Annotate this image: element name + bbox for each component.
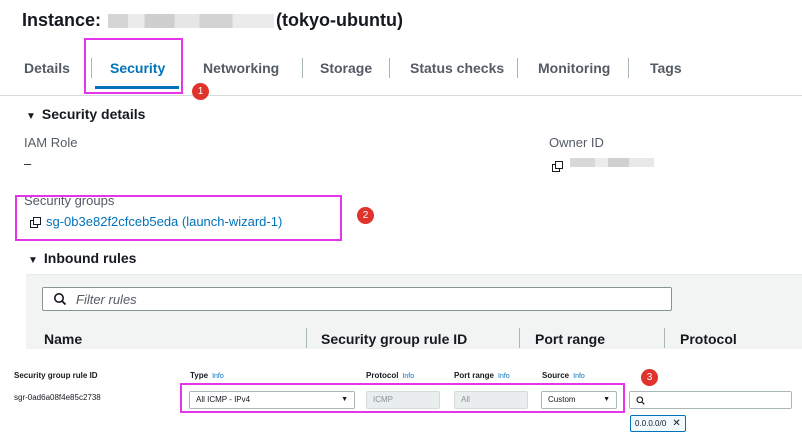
column-separator: [306, 328, 307, 348]
tab-details[interactable]: Details: [24, 60, 70, 76]
column-header-protocol[interactable]: Protocol: [680, 331, 737, 347]
page-title: Instance: (tokyo-ubuntu): [22, 10, 403, 31]
redacted-owner-id: [570, 158, 654, 167]
callout-badge-1: 1: [192, 83, 209, 100]
edit-header-port-range-label: Port range: [454, 371, 495, 380]
column-separator: [519, 328, 520, 348]
column-separator: [664, 328, 665, 348]
owner-id-value: [552, 157, 654, 175]
column-header-port-range[interactable]: Port range: [535, 331, 605, 347]
info-link[interactable]: Info: [573, 373, 585, 380]
callout-badge-3: 3: [641, 369, 658, 386]
tab-networking[interactable]: Networking: [203, 60, 279, 76]
search-icon: [54, 293, 67, 306]
tab-separator: [389, 58, 390, 78]
edit-header-port-range: Port range Info: [454, 371, 510, 380]
info-link[interactable]: Info: [212, 373, 224, 380]
tabs-divider: [0, 95, 802, 96]
tab-separator: [302, 58, 303, 78]
edit-header-protocol-label: Protocol: [366, 371, 399, 380]
highlight-box-security-group: [15, 195, 342, 241]
edit-header-type-label: Type: [190, 371, 209, 380]
column-header-rule-id[interactable]: Security group rule ID: [321, 331, 467, 347]
highlight-box-security-tab: [84, 38, 183, 94]
iam-role-value: –: [24, 156, 32, 171]
iam-role-label: IAM Role: [24, 135, 78, 150]
title-prefix: Instance:: [22, 10, 102, 30]
cidr-search-input[interactable]: [629, 391, 792, 409]
info-link[interactable]: Info: [498, 373, 510, 380]
search-icon: [636, 396, 645, 405]
edit-header-source-label: Source: [542, 371, 570, 380]
caret-down-icon: ▼: [26, 111, 36, 122]
tab-storage[interactable]: Storage: [320, 60, 372, 76]
security-details-heading: Security details: [41, 106, 146, 122]
rule-id-value: sgr-0ad6a08f4e85c2738: [14, 393, 101, 402]
edit-header-source: Source Info: [542, 371, 585, 380]
callout-badge-2: 2: [357, 207, 374, 224]
caret-down-icon: ▼: [28, 255, 38, 266]
edit-header-rule-id: Security group rule ID: [14, 371, 98, 380]
info-link[interactable]: Info: [402, 373, 414, 380]
inbound-rules-heading: Inbound rules: [43, 250, 137, 266]
highlight-box-rule-editor: [180, 383, 625, 413]
tab-separator: [628, 58, 629, 78]
tab-separator: [517, 58, 518, 78]
column-header-name[interactable]: Name: [44, 331, 82, 347]
tab-tags[interactable]: Tags: [650, 60, 682, 76]
tab-status-checks[interactable]: Status checks: [410, 60, 504, 76]
close-icon[interactable]: ✕: [672, 418, 680, 429]
title-suffix: (tokyo-ubuntu): [276, 10, 404, 30]
copy-icon[interactable]: [552, 161, 563, 172]
tab-monitoring[interactable]: Monitoring: [538, 60, 610, 76]
inbound-rules-header[interactable]: ▼ Inbound rules: [28, 250, 136, 266]
filter-rules-placeholder: Filter rules: [76, 292, 137, 307]
edit-header-type: Type Info: [190, 371, 224, 380]
security-details-header[interactable]: ▼ Security details: [26, 106, 145, 122]
owner-id-label: Owner ID: [549, 135, 604, 150]
cidr-token-label: 0.0.0.0/0: [635, 419, 667, 428]
cidr-token: 0.0.0.0/0 ✕: [630, 415, 686, 432]
redacted-instance-id: [108, 14, 275, 29]
edit-header-protocol: Protocol Info: [366, 371, 414, 380]
